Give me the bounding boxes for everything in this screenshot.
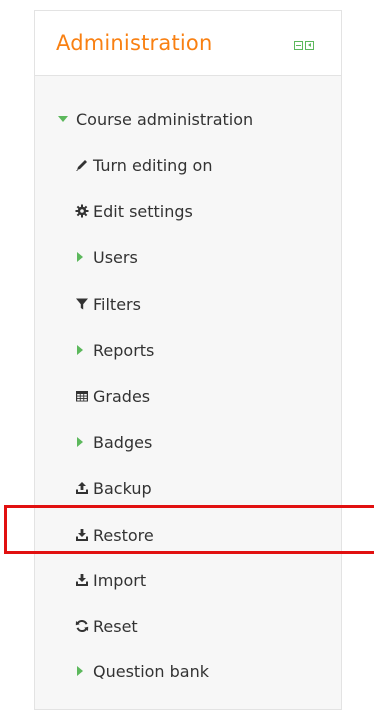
- hide-block-icon[interactable]: [294, 41, 303, 50]
- pencil-icon: [75, 158, 89, 172]
- expand-triangle-icon: [76, 250, 84, 264]
- tree-item-course-administration[interactable]: Course administration: [58, 107, 253, 131]
- tree-item-filters[interactable]: Filters: [75, 292, 141, 316]
- gear-icon: [75, 204, 89, 218]
- block-title: Administration: [56, 31, 213, 55]
- upload-icon: [75, 481, 89, 495]
- collapse-triangle-icon: [58, 112, 68, 126]
- tree-item-question-bank[interactable]: Question bank: [75, 659, 209, 683]
- refresh-icon: [75, 619, 89, 633]
- expand-triangle-icon: [76, 435, 84, 449]
- tree-item-import[interactable]: Import: [75, 568, 146, 592]
- dock-block-icon[interactable]: [305, 41, 314, 50]
- tree-item-turn-editing-on[interactable]: Turn editing on: [75, 153, 212, 177]
- restore-highlight-box: [4, 505, 374, 554]
- tree-item-edit-settings[interactable]: Edit settings: [75, 199, 193, 223]
- tree-item-users[interactable]: Users: [75, 245, 138, 269]
- filter-icon: [75, 297, 89, 311]
- tree-item-label: Grades: [93, 386, 151, 406]
- expand-triangle-icon: [76, 664, 84, 678]
- tree-item-reset[interactable]: Reset: [75, 614, 138, 638]
- tree-item-label: Backup: [93, 478, 152, 498]
- tree-item-reports[interactable]: Reports: [75, 338, 154, 362]
- tree-item-grades[interactable]: Grades: [75, 384, 150, 408]
- administration-block: Administration Course administration Tur…: [34, 10, 342, 710]
- tree-item-label: Question bank: [93, 661, 210, 681]
- tree-item-label: Course administration: [76, 109, 254, 129]
- download-icon: [75, 573, 89, 587]
- expand-triangle-icon: [76, 343, 84, 357]
- tree-item-label: Reset: [93, 616, 138, 636]
- tree-item-label: Edit settings: [93, 201, 193, 221]
- tree-item-badges[interactable]: Badges: [75, 430, 152, 454]
- tree-item-label: Reports: [93, 340, 155, 360]
- block-header: Administration: [35, 11, 341, 76]
- block-controls: [294, 41, 314, 50]
- tree-item-label: Badges: [93, 432, 153, 452]
- tree-item-label: Users: [93, 247, 138, 267]
- tree-item-backup[interactable]: Backup: [75, 476, 152, 500]
- grades-table-icon: [75, 389, 89, 403]
- tree-item-label: Import: [93, 570, 147, 590]
- tree-item-label: Filters: [93, 294, 141, 314]
- tree-item-label: Turn editing on: [93, 155, 213, 175]
